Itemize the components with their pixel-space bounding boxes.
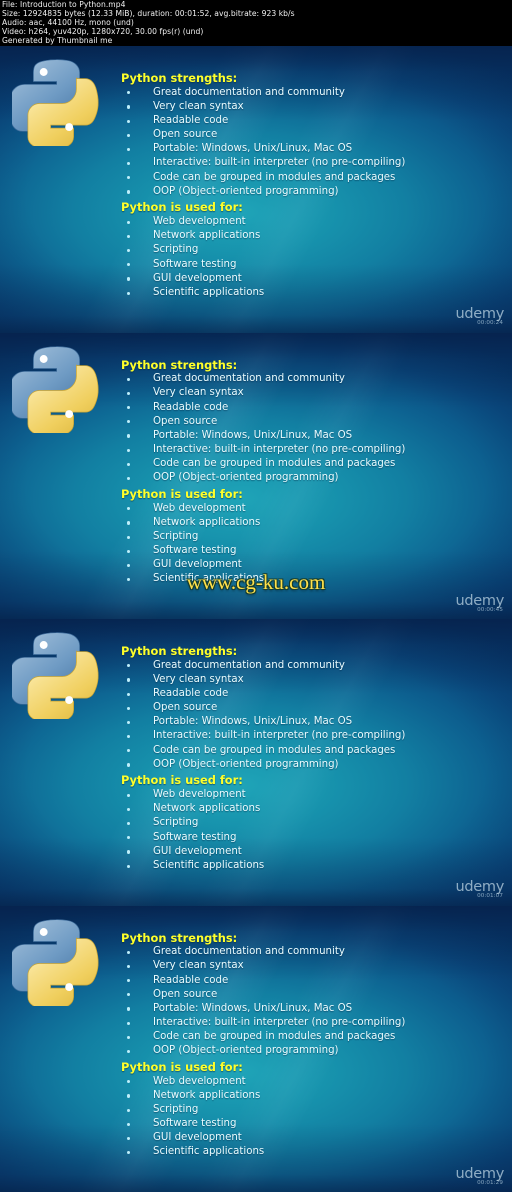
slide-content: Python strengths: Great documentation an… xyxy=(121,644,501,873)
python-logo-icon xyxy=(12,627,102,719)
strength-item: Great documentation and community xyxy=(121,372,501,386)
used-for-item: Scripting xyxy=(121,530,501,544)
thumbnail-filmstrip: Python strengths: Great documentation an… xyxy=(0,46,512,1192)
strength-item: Open source xyxy=(121,415,501,429)
strength-item: Open source xyxy=(121,701,501,715)
strength-item: Code can be grouped in modules and packa… xyxy=(121,171,501,185)
used-for-heading: Python is used for: xyxy=(121,200,243,215)
strength-item: Readable code xyxy=(121,687,501,701)
strength-item: Portable: Windows, Unix/Linux, Mac OS xyxy=(121,1002,501,1016)
video-thumbnail-frame-1[interactable]: Python strengths: Great documentation an… xyxy=(0,46,512,333)
used-for-item: Web development xyxy=(121,502,501,516)
strengths-heading: Python strengths: xyxy=(121,71,238,85)
strength-item: Very clean syntax xyxy=(121,673,501,687)
used-for-item: Scripting xyxy=(121,816,501,830)
slide-content: Python strengths: Great documentation an… xyxy=(121,358,501,587)
metadata-line-generator: Generated by Thumbnail me xyxy=(2,35,113,45)
used-for-item: GUI development xyxy=(121,845,501,859)
strength-item: Code can be grouped in modules and packa… xyxy=(121,744,501,758)
used-for-item: Network applications xyxy=(121,802,501,816)
used-for-item: Web development xyxy=(121,1075,501,1089)
used-for-item: Scientific applications xyxy=(121,286,501,300)
used-for-heading: Python is used for: xyxy=(121,486,243,501)
used-for-item: Web development xyxy=(121,788,501,802)
site-watermark: www.cg-ku.com xyxy=(186,570,326,594)
strength-item: Portable: Windows, Unix/Linux, Mac OS xyxy=(121,715,501,729)
strength-item: Readable code xyxy=(121,974,501,988)
used-for-item: GUI development xyxy=(121,272,501,286)
udemy-brand-label: udemy xyxy=(455,592,504,609)
used-for-item: Software testing xyxy=(121,544,501,558)
strength-item: Interactive: built-in interpreter (no pr… xyxy=(121,1016,501,1030)
used-for-item: GUI development xyxy=(121,1131,501,1145)
strengths-list: Great documentation and community Very cl… xyxy=(121,945,501,1058)
used-for-item: Network applications xyxy=(121,229,501,243)
used-for-item: Scripting xyxy=(121,243,501,257)
strengths-heading: Python strengths: xyxy=(121,644,238,658)
udemy-watermark: udemy 00:00:45 xyxy=(455,594,504,613)
strengths-heading: Python strengths: xyxy=(121,357,238,372)
strength-item: Portable: Windows, Unix/Linux, Mac OS xyxy=(121,429,501,443)
slide-content: Python strengths: Great documentation an… xyxy=(121,931,501,1160)
strength-item: Readable code xyxy=(121,114,501,128)
video-metadata-header: File: Introduction to Python.mp4 Size: 1… xyxy=(0,0,512,46)
strength-item: Interactive: built-in interpreter (no pr… xyxy=(121,156,501,170)
strength-item: OOP (Object-oriented programming) xyxy=(121,471,501,485)
strength-item: OOP (Object-oriented programming) xyxy=(121,1044,501,1058)
strength-item: Very clean syntax xyxy=(121,386,501,400)
used-for-item: Software testing xyxy=(121,831,501,845)
used-for-item: Scientific applications xyxy=(121,859,501,873)
strength-item: Interactive: built-in interpreter (no pr… xyxy=(121,443,501,457)
strengths-list: Great documentation and community Very cl… xyxy=(121,372,501,485)
used-for-list: Web development Network applications Scrip… xyxy=(121,1075,501,1160)
used-for-list: Web development Network applications Scrip… xyxy=(121,215,501,300)
strength-item: Code can be grouped in modules and packa… xyxy=(121,1030,501,1044)
used-for-item: Software testing xyxy=(121,1117,501,1131)
used-for-item: Network applications xyxy=(121,516,501,530)
strength-item: Great documentation and community xyxy=(121,86,501,100)
python-logo-icon xyxy=(12,54,102,146)
strength-item: Great documentation and community xyxy=(121,945,501,959)
used-for-list: Web development Network applications Scrip… xyxy=(121,788,501,873)
used-for-item: Network applications xyxy=(121,1089,501,1103)
strength-item: Interactive: built-in interpreter (no pr… xyxy=(121,729,501,743)
strength-item: Very clean syntax xyxy=(121,100,501,114)
slide-content: Python strengths: Great documentation an… xyxy=(121,71,501,300)
strengths-list: Great documentation and community Very cl… xyxy=(121,659,501,772)
strength-item: OOP (Object-oriented programming) xyxy=(121,185,501,199)
python-logo-icon xyxy=(12,914,102,1006)
strength-item: Portable: Windows, Unix/Linux, Mac OS xyxy=(121,142,501,156)
used-for-item: Software testing xyxy=(121,258,501,272)
udemy-watermark: udemy 00:01:29 xyxy=(455,1167,504,1186)
used-for-item: Scientific applications xyxy=(121,1145,501,1159)
used-for-item: Web development xyxy=(121,215,501,229)
strength-item: OOP (Object-oriented programming) xyxy=(121,758,501,772)
used-for-heading: Python is used for: xyxy=(121,1059,243,1074)
strength-item: Very clean syntax xyxy=(121,959,501,973)
strength-item: Great documentation and community xyxy=(121,659,501,673)
strength-item: Open source xyxy=(121,128,501,142)
strength-item: Open source xyxy=(121,988,501,1002)
strengths-heading: Python strengths: xyxy=(121,930,238,945)
strengths-list: Great documentation and community Very cl… xyxy=(121,86,501,199)
strength-item: Readable code xyxy=(121,401,501,415)
udemy-brand-label: udemy xyxy=(455,1165,504,1182)
video-thumbnail-frame-2[interactable]: Python strengths: Great documentation an… xyxy=(0,332,512,619)
udemy-watermark: udemy 00:01:07 xyxy=(455,880,504,899)
used-for-heading: Python is used for: xyxy=(121,773,243,788)
video-thumbnail-frame-3[interactable]: Python strengths: Great documentation an… xyxy=(0,619,512,906)
udemy-watermark: udemy 00:00:24 xyxy=(455,307,504,326)
video-thumbnail-frame-4[interactable]: Python strengths: Great documentation an… xyxy=(0,905,512,1192)
python-logo-icon xyxy=(12,341,102,433)
used-for-item: Scripting xyxy=(121,1103,501,1117)
strength-item: Code can be grouped in modules and packa… xyxy=(121,457,501,471)
